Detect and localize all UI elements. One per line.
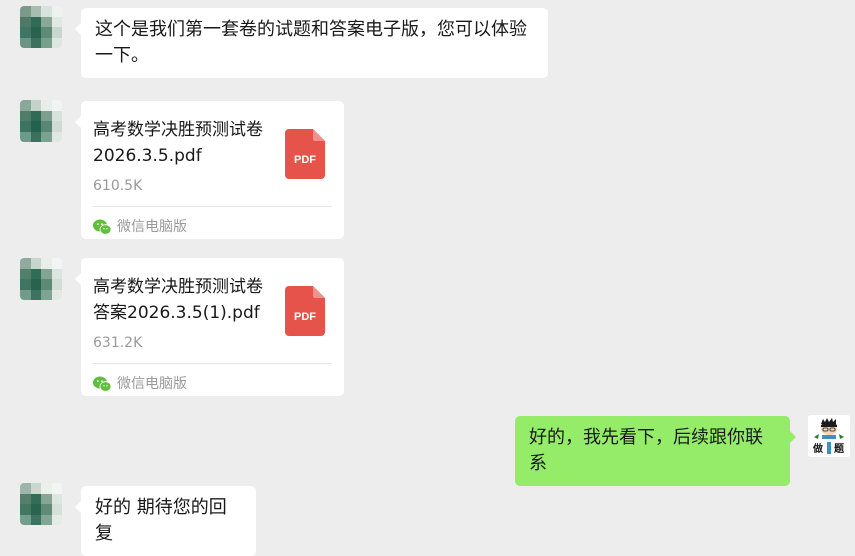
pdf-file-icon: PDF	[285, 286, 325, 336]
contact-avatar[interactable]	[20, 100, 62, 142]
pdf-file-icon: PDF	[285, 129, 325, 179]
source-label: 微信电脑版	[117, 376, 187, 392]
contact-avatar[interactable]	[20, 258, 62, 300]
my-avatar[interactable]: 做 题	[808, 415, 850, 457]
message-bubble[interactable]: 这个是我们第一套卷的试题和答案电子版，您可以体验一下。	[75, 8, 548, 78]
file-source: 微信电脑版	[93, 371, 187, 397]
file-name: 高考数学决胜预测试卷答案2026.3.5(1).pdf	[93, 277, 263, 323]
message-text: 好的 期待您的回复	[95, 497, 227, 544]
wechat-icon	[93, 219, 111, 235]
contact-avatar[interactable]	[20, 483, 62, 525]
avatar-label: 做	[812, 442, 824, 455]
message-text: 好的，我先看下，后续跟你联系	[529, 427, 763, 474]
file-message-card[interactable]: 高考数学决胜预测试卷2026.3.5.pdf 610.5K PDF 微信电脑版	[75, 101, 344, 240]
cartoon-avatar-icon: 做 题	[808, 415, 850, 457]
message-bubble[interactable]: 好的 期待您的回复	[75, 486, 256, 556]
file-size: 631.2K	[93, 335, 143, 351]
file-name: 高考数学决胜预测试卷2026.3.5.pdf	[93, 120, 263, 166]
pdf-label: PDF	[294, 154, 316, 166]
message-bubble[interactable]: 好的，我先看下，后续跟你联系	[515, 416, 796, 486]
source-label: 微信电脑版	[117, 219, 187, 235]
contact-avatar[interactable]	[20, 6, 62, 48]
pdf-label: PDF	[294, 311, 316, 323]
divider	[93, 363, 332, 364]
divider	[93, 206, 332, 207]
wechat-icon	[93, 376, 111, 392]
message-text: 这个是我们第一套卷的试题和答案电子版，您可以体验一下。	[95, 19, 527, 66]
avatar-label: 题	[834, 443, 845, 455]
file-source: 微信电脑版	[93, 214, 187, 240]
file-size: 610.5K	[93, 178, 143, 194]
file-message-card[interactable]: 高考数学决胜预测试卷答案2026.3.5(1).pdf 631.2K PDF 微…	[75, 258, 344, 397]
